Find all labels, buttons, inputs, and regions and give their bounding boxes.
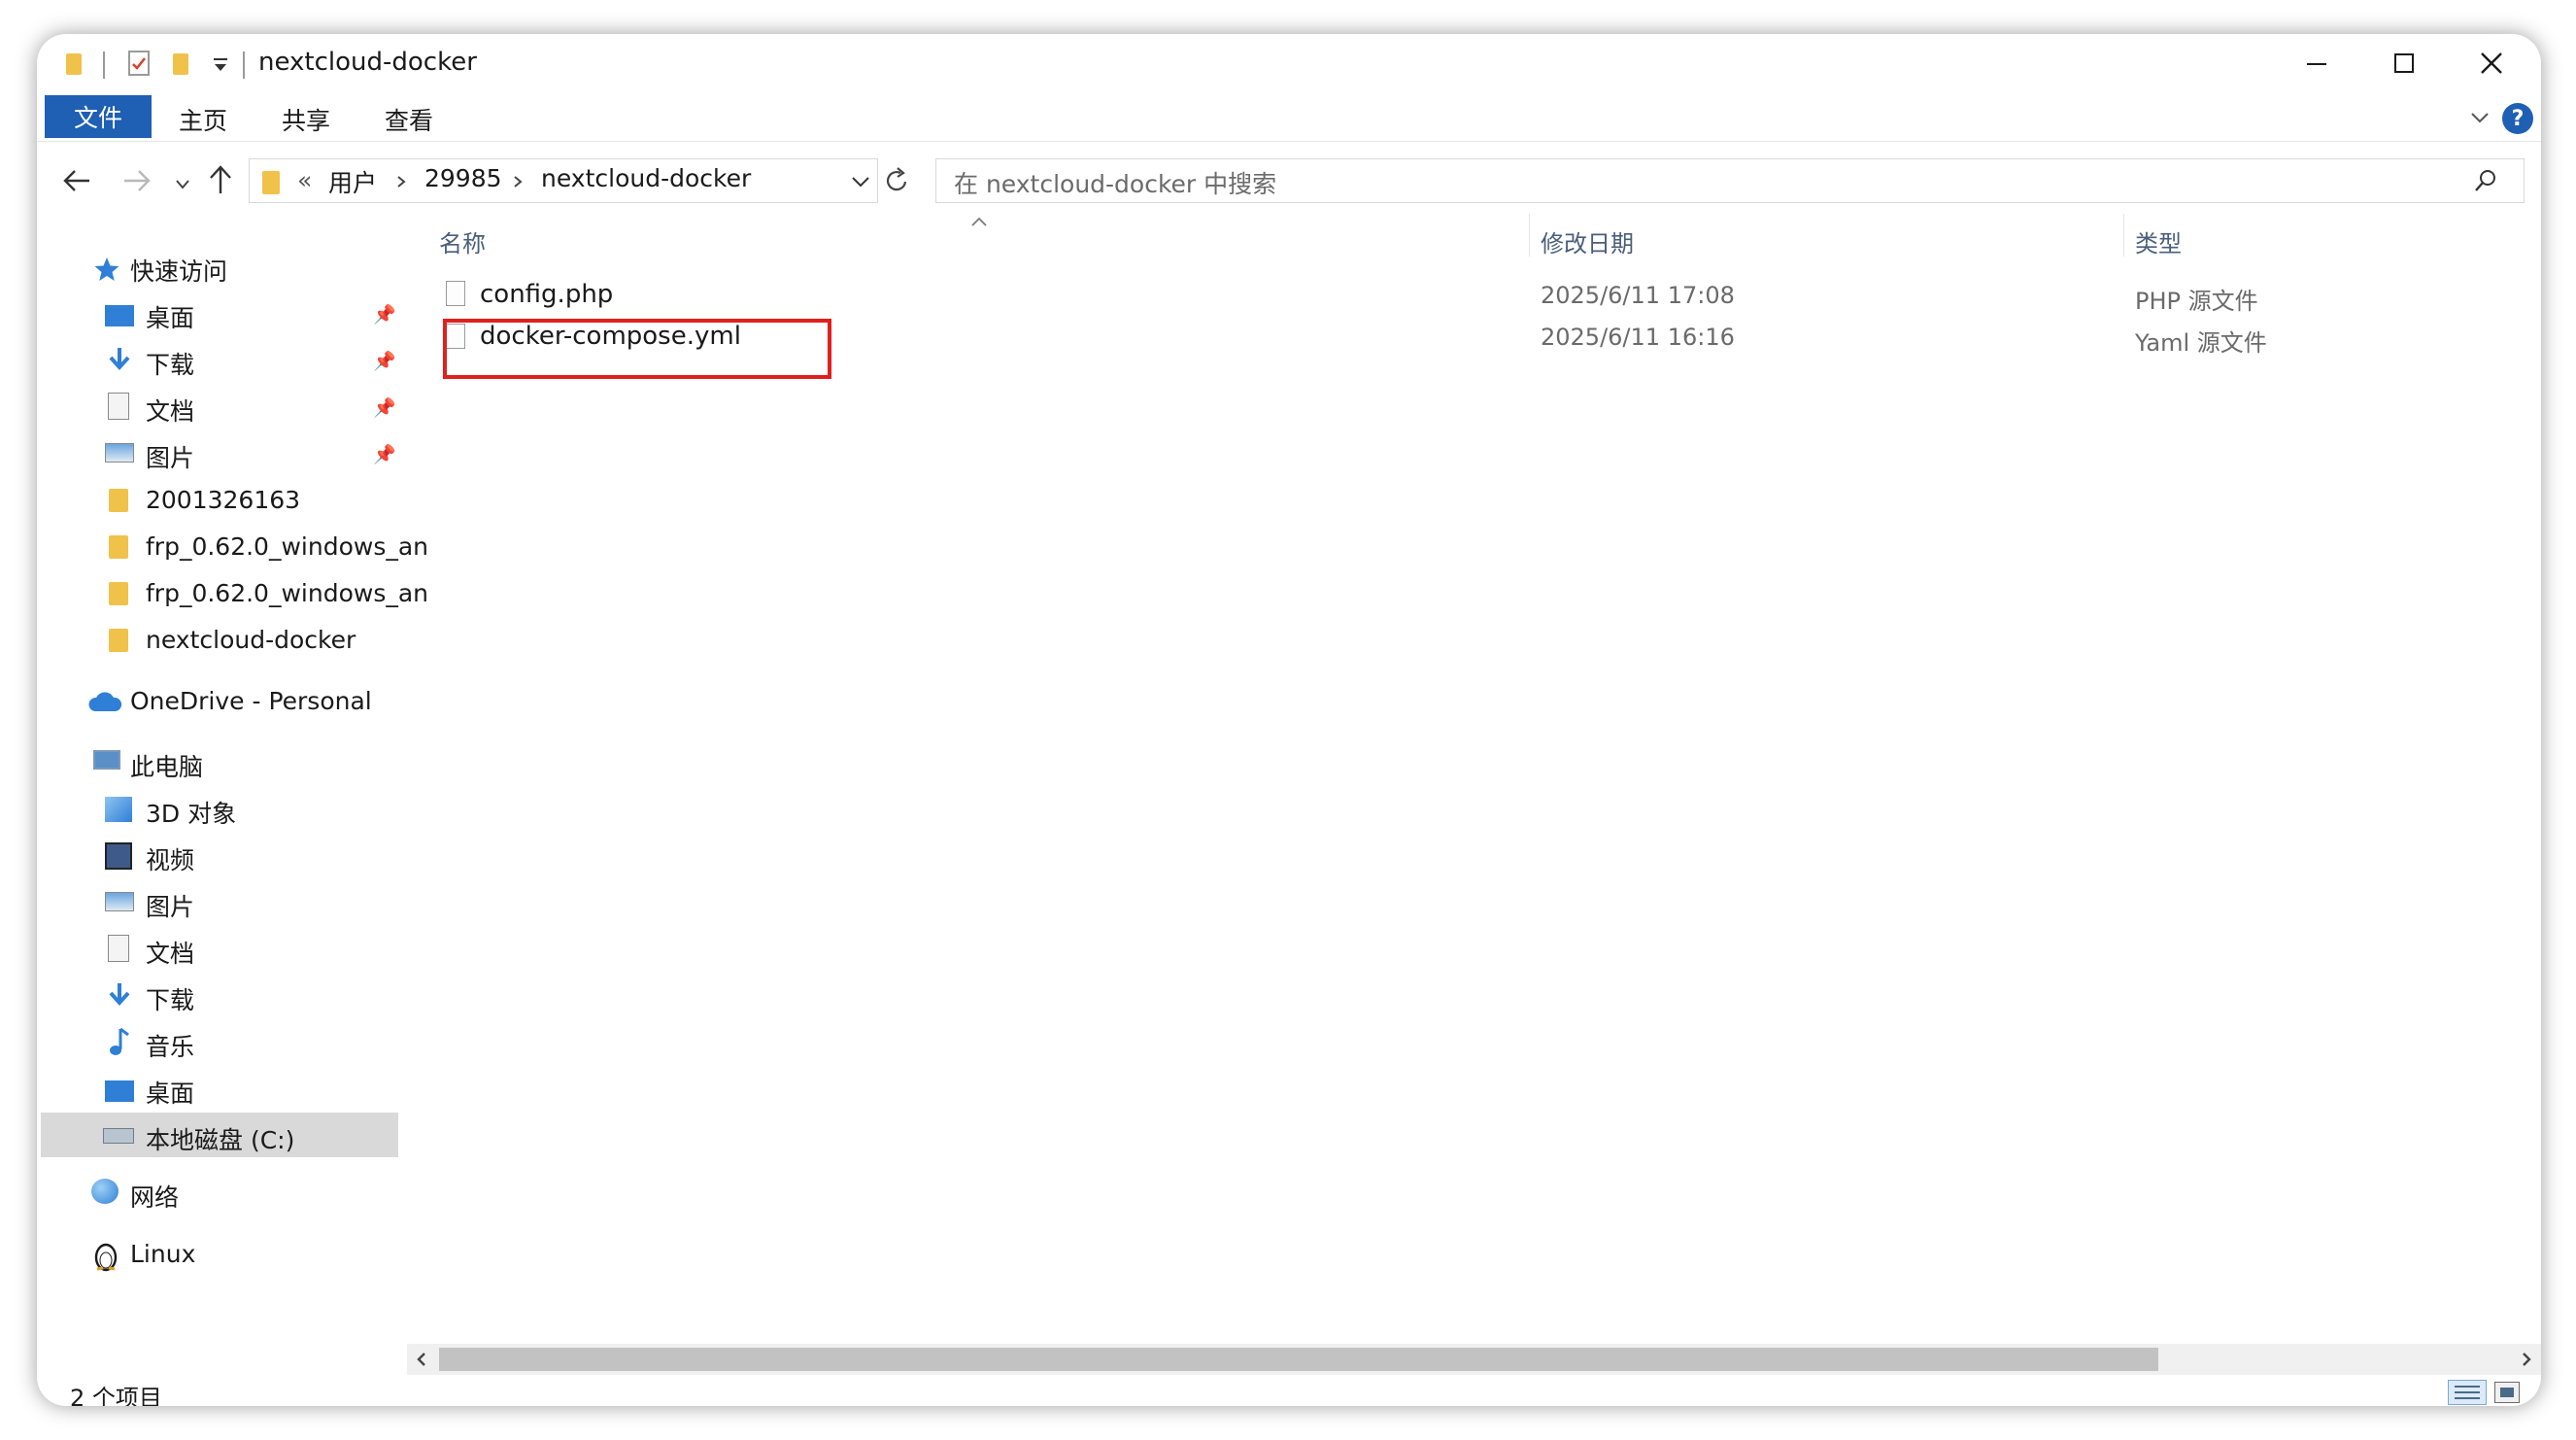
- scrollbar-thumb[interactable]: [439, 1348, 2158, 1371]
- chevron-right-icon[interactable]: [513, 174, 523, 192]
- nav-network[interactable]: 网络: [130, 1179, 179, 1214]
- quick-access-star-icon: [93, 256, 120, 287]
- desktop-icon: [105, 1080, 134, 1102]
- file-type: PHP 源文件: [2135, 288, 2258, 315]
- nav-linux[interactable]: Linux: [130, 1240, 195, 1268]
- nav-item-desktop[interactable]: 桌面: [146, 1075, 194, 1110]
- local-disk-icon: [103, 1128, 134, 1144]
- nav-item-documents[interactable]: 文档: [146, 393, 194, 428]
- linux-penguin-icon: [91, 1239, 120, 1276]
- nav-item-pictures[interactable]: 图片: [146, 888, 194, 923]
- new-folder-icon[interactable]: [173, 53, 188, 75]
- tab-home[interactable]: 主页: [179, 102, 227, 137]
- download-icon: [107, 981, 132, 1012]
- breadcrumb-user[interactable]: 29985: [424, 164, 502, 192]
- download-icon: [107, 346, 132, 377]
- close-button[interactable]: [2448, 34, 2535, 92]
- folder-icon: [109, 629, 128, 652]
- nav-item-3d-objects[interactable]: 3D 对象: [146, 795, 236, 830]
- refresh-icon[interactable]: [884, 166, 911, 199]
- tab-view[interactable]: 查看: [385, 102, 433, 137]
- column-header-name[interactable]: 名称: [439, 224, 486, 258]
- column-header-modified[interactable]: 修改日期: [1541, 224, 1634, 258]
- folder-icon: [109, 535, 128, 559]
- nav-item-folder[interactable]: frp_0.62.0_windows_an: [146, 532, 428, 561]
- minimize-button[interactable]: [2273, 34, 2360, 92]
- forward-arrow-icon[interactable]: [122, 168, 152, 197]
- large-icons-view-icon[interactable]: [2494, 1382, 2520, 1403]
- properties-icon[interactable]: [128, 51, 150, 76]
- chevron-right-icon[interactable]: [396, 174, 406, 192]
- sort-ascending-icon: [969, 213, 989, 231]
- nav-item-downloads[interactable]: 下载: [146, 346, 194, 381]
- folder-icon: [66, 53, 82, 75]
- status-item-count: 2 个项目: [70, 1385, 162, 1406]
- recent-locations-icon[interactable]: [175, 176, 190, 194]
- folder-icon: [109, 582, 128, 605]
- breadcrumb-current[interactable]: nextcloud-docker: [541, 164, 751, 192]
- music-note-icon: [107, 1026, 132, 1061]
- help-icon[interactable]: ?: [2502, 103, 2533, 134]
- documents-icon: [108, 393, 129, 420]
- pin-icon[interactable]: 📌: [373, 350, 396, 372]
- nav-onedrive[interactable]: OneDrive - Personal: [130, 687, 372, 715]
- up-arrow-icon[interactable]: [208, 164, 233, 199]
- file-type: Yaml 源文件: [2135, 329, 2267, 357]
- qat-dropdown-icon[interactable]: [212, 55, 229, 79]
- address-folder-icon: [262, 171, 280, 194]
- desktop-icon: [105, 305, 134, 326]
- search-input[interactable]: 在 nextcloud-docker 中搜索: [954, 165, 1276, 200]
- scroll-left-icon[interactable]: [415, 1352, 428, 1371]
- ribbon-expand-icon[interactable]: [2470, 110, 2490, 128]
- folder-icon: [109, 489, 128, 512]
- nav-item-nextcloud-docker[interactable]: nextcloud-docker: [146, 626, 356, 654]
- nav-item-documents[interactable]: 文档: [146, 935, 194, 970]
- breadcrumb-users[interactable]: 用户: [328, 164, 377, 199]
- nav-item-folder[interactable]: frp_0.62.0_windows_an: [146, 579, 428, 607]
- nav-item-folder[interactable]: 2001326163: [146, 486, 300, 514]
- computer-icon: [93, 750, 120, 770]
- php-file-icon: [446, 281, 465, 306]
- back-arrow-icon[interactable]: [62, 168, 91, 197]
- nav-item-music[interactable]: 音乐: [146, 1028, 194, 1063]
- file-name[interactable]: config.php: [480, 280, 613, 309]
- file-tab[interactable]: 文件: [45, 95, 152, 138]
- explorer-window: nextcloud-docker 文件 主页 共享 查看 ? « 用户 2998…: [37, 34, 2541, 1406]
- nav-this-pc[interactable]: 此电脑: [130, 748, 203, 783]
- window-title: nextcloud-docker: [258, 48, 477, 77]
- tab-share[interactable]: 共享: [282, 102, 330, 137]
- file-modified: 2025/6/11 16:16: [1541, 324, 1735, 351]
- videos-icon: [105, 842, 132, 870]
- pictures-icon: [105, 443, 134, 463]
- network-icon: [91, 1179, 119, 1204]
- column-separator[interactable]: [1529, 214, 1530, 257]
- nav-item-pictures[interactable]: 图片: [146, 439, 194, 474]
- nav-item-videos[interactable]: 视频: [146, 841, 194, 876]
- nav-item-local-disk[interactable]: 本地磁盘 (C:): [146, 1121, 294, 1156]
- pin-icon[interactable]: 📌: [373, 303, 396, 326]
- nav-quick-access[interactable]: 快速访问: [130, 253, 227, 288]
- pin-icon[interactable]: 📌: [373, 443, 396, 465]
- pictures-icon: [105, 892, 134, 911]
- column-header-type[interactable]: 类型: [2135, 224, 2182, 258]
- column-separator[interactable]: [2123, 214, 2124, 257]
- nav-item-desktop[interactable]: 桌面: [146, 299, 194, 334]
- ribbon-divider: [37, 141, 2541, 142]
- breadcrumb-overflow[interactable]: «: [297, 166, 312, 194]
- file-modified: 2025/6/11 17:08: [1541, 282, 1735, 309]
- onedrive-cloud-icon: [87, 690, 122, 717]
- address-dropdown-icon[interactable]: [851, 174, 870, 192]
- qat-separator: [103, 51, 105, 79]
- maximize-button[interactable]: [2360, 34, 2448, 92]
- search-icon[interactable]: [2473, 168, 2498, 197]
- red-highlight-box: [443, 319, 831, 379]
- documents-icon: [108, 935, 129, 962]
- qat-separator: [243, 51, 245, 79]
- nav-item-downloads[interactable]: 下载: [146, 981, 194, 1016]
- scroll-right-icon[interactable]: [2520, 1352, 2533, 1371]
- pin-icon[interactable]: 📌: [373, 396, 396, 419]
- 3d-objects-icon: [105, 797, 132, 822]
- details-view-icon[interactable]: [2448, 1380, 2487, 1405]
